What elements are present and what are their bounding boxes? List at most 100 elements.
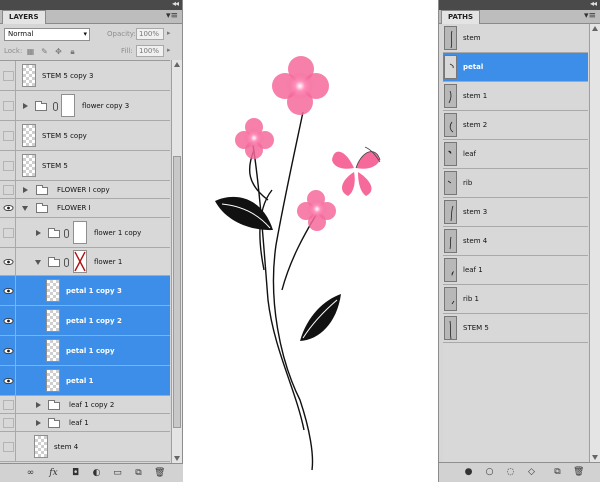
expand-triangle-icon[interactable] xyxy=(36,230,41,236)
collapse-triangle-icon[interactable] xyxy=(22,206,28,211)
scroll-thumb[interactable] xyxy=(173,156,181,428)
path-row-stem-5[interactable]: STEM 5 xyxy=(443,314,588,343)
visibility-toggle[interactable] xyxy=(1,151,16,180)
expand-triangle-icon[interactable] xyxy=(36,420,41,426)
fill-path-icon[interactable]: ● xyxy=(463,467,474,477)
expand-triangle-icon[interactable] xyxy=(36,402,41,408)
lock-paint-icon[interactable]: ✎ xyxy=(40,47,49,56)
path-row-stem-1[interactable]: stem 1 xyxy=(443,82,588,111)
layer-name: STEM 5 xyxy=(42,162,68,170)
layers-panel-titlebar[interactable]: ◂◂ xyxy=(0,0,182,10)
lock-all-icon[interactable]: 🔒︎ xyxy=(68,47,77,56)
lock-transparency-icon[interactable]: ▦ xyxy=(26,47,35,56)
visibility-toggle[interactable] xyxy=(1,121,16,150)
add-mask-icon[interactable]: ◘ xyxy=(70,468,81,478)
collapse-panel-icon[interactable]: ◂◂ xyxy=(172,0,179,8)
path-row-stem-2[interactable]: stem 2 xyxy=(443,111,588,140)
layer-row-petal-1-copy-3[interactable]: petal 1 copy 3 xyxy=(0,276,170,306)
path-row-stem[interactable]: stem xyxy=(443,24,588,53)
visibility-toggle[interactable] xyxy=(1,336,16,365)
layer-row-stem-5-copy[interactable]: STEM 5 copy xyxy=(0,121,170,151)
link-layers-icon[interactable]: ∞ xyxy=(25,468,36,478)
link-icon xyxy=(64,258,69,267)
layer-row-petal-1-copy-2[interactable]: petal 1 copy 2 xyxy=(0,306,170,336)
new-path-icon[interactable]: ⧉ xyxy=(552,467,563,477)
fx-icon[interactable]: fx xyxy=(48,468,59,478)
visibility-toggle[interactable] xyxy=(1,181,16,198)
visibility-box xyxy=(3,70,14,81)
visibility-toggle[interactable] xyxy=(1,432,16,461)
scroll-up-icon[interactable] xyxy=(592,26,598,31)
layer-row-petal-1[interactable]: petal 1 xyxy=(0,366,170,396)
load-selection-icon[interactable]: ◌ xyxy=(505,467,516,477)
path-row-stem-3[interactable]: stem 3 xyxy=(443,198,588,227)
path-row-rib[interactable]: rib xyxy=(443,169,588,198)
layer-row-stem-5[interactable]: STEM 5 xyxy=(0,151,170,181)
blend-mode-select[interactable]: Normal ▾ xyxy=(4,28,90,41)
layer-row-leaf-1-copy-2[interactable]: leaf 1 copy 2 xyxy=(0,396,170,414)
panel-menu-icon[interactable]: ▾≡ xyxy=(166,11,178,21)
path-row-stem-4[interactable]: stem 4 xyxy=(443,227,588,256)
folder-icon xyxy=(48,257,60,267)
path-row-petal[interactable]: petal xyxy=(443,53,588,82)
layer-row-stem-4[interactable]: stem 4 xyxy=(0,432,170,462)
path-row-leaf-1[interactable]: leaf 1 xyxy=(443,256,588,285)
layer-row-petal-1-copy[interactable]: petal 1 copy xyxy=(0,336,170,366)
fill-arrow-icon[interactable]: ▸ xyxy=(167,46,171,54)
eye-icon xyxy=(3,204,14,212)
document-canvas[interactable] xyxy=(184,0,438,482)
panel-menu-icon[interactable]: ▾≡ xyxy=(584,11,596,21)
opacity-arrow-icon[interactable]: ▸ xyxy=(167,29,171,37)
layer-row-stem-5-copy-3[interactable]: STEM 5 copy 3 xyxy=(0,61,170,91)
layer-row-leaf-1[interactable]: leaf 1 xyxy=(0,414,170,432)
visibility-toggle[interactable] xyxy=(1,306,16,335)
path-row-leaf[interactable]: leaf xyxy=(443,140,588,169)
trash-icon[interactable]: 🗑︎ xyxy=(154,468,165,478)
collapse-triangle-icon[interactable] xyxy=(35,260,41,265)
layers-panel-header: LAYERS ▾≡ xyxy=(0,10,182,24)
scroll-up-icon[interactable] xyxy=(174,62,180,67)
stroke-path-icon[interactable]: ○ xyxy=(484,467,495,477)
expand-triangle-icon[interactable] xyxy=(23,103,28,109)
tab-layers[interactable]: LAYERS xyxy=(2,10,46,24)
flower-bottom xyxy=(297,190,336,231)
opacity-input[interactable]: 100% xyxy=(136,28,164,40)
layer-row-flower-1[interactable]: flower 1 xyxy=(0,248,170,276)
adjustment-layer-icon[interactable]: ◐ xyxy=(91,468,102,478)
new-layer-icon[interactable]: ⧉ xyxy=(133,468,144,478)
eye-icon xyxy=(3,258,14,265)
visibility-toggle[interactable] xyxy=(1,248,16,275)
scroll-down-icon[interactable] xyxy=(592,455,598,460)
lock-position-icon[interactable]: ✥ xyxy=(54,47,63,56)
make-work-path-icon[interactable]: ◇ xyxy=(526,467,537,477)
path-name: stem xyxy=(463,34,481,42)
paths-panel-header: PATHS ▾≡ xyxy=(439,10,600,24)
layers-scrollbar[interactable] xyxy=(171,60,182,463)
expand-triangle-icon[interactable] xyxy=(23,187,28,193)
paths-scrollbar[interactable] xyxy=(589,24,600,462)
new-group-icon[interactable]: ▭ xyxy=(112,468,123,478)
visibility-toggle[interactable] xyxy=(1,199,16,217)
collapse-panel-icon[interactable]: ◂◂ xyxy=(590,0,597,8)
visibility-toggle[interactable] xyxy=(1,218,16,247)
visibility-toggle[interactable] xyxy=(1,91,16,120)
layer-row-flower-1-copy[interactable]: flower 1 copy xyxy=(0,218,170,248)
flower-artwork[interactable] xyxy=(184,0,438,482)
delete-path-icon[interactable]: 🗑︎ xyxy=(573,467,584,477)
scroll-down-icon[interactable] xyxy=(174,456,180,461)
visibility-toggle[interactable] xyxy=(1,414,16,431)
layer-row-flower-i-copy[interactable]: FLOWER I copy xyxy=(0,181,170,199)
layer-row-flower-copy-3[interactable]: flower copy 3 xyxy=(0,91,170,121)
fill-input[interactable]: 100% xyxy=(136,45,164,57)
tab-paths[interactable]: PATHS xyxy=(441,10,481,24)
visibility-box xyxy=(3,441,14,452)
paths-panel-titlebar[interactable]: ◂◂ xyxy=(439,0,600,10)
path-name: stem 4 xyxy=(463,237,488,245)
visibility-toggle[interactable] xyxy=(1,396,16,413)
visibility-toggle[interactable] xyxy=(1,61,16,90)
layer-row-flower-i[interactable]: FLOWER I xyxy=(0,199,170,218)
path-row-rib-1[interactable]: rib 1 xyxy=(443,285,588,314)
path-name: rib 1 xyxy=(463,295,479,303)
visibility-toggle[interactable] xyxy=(1,276,16,305)
visibility-toggle[interactable] xyxy=(1,366,16,395)
